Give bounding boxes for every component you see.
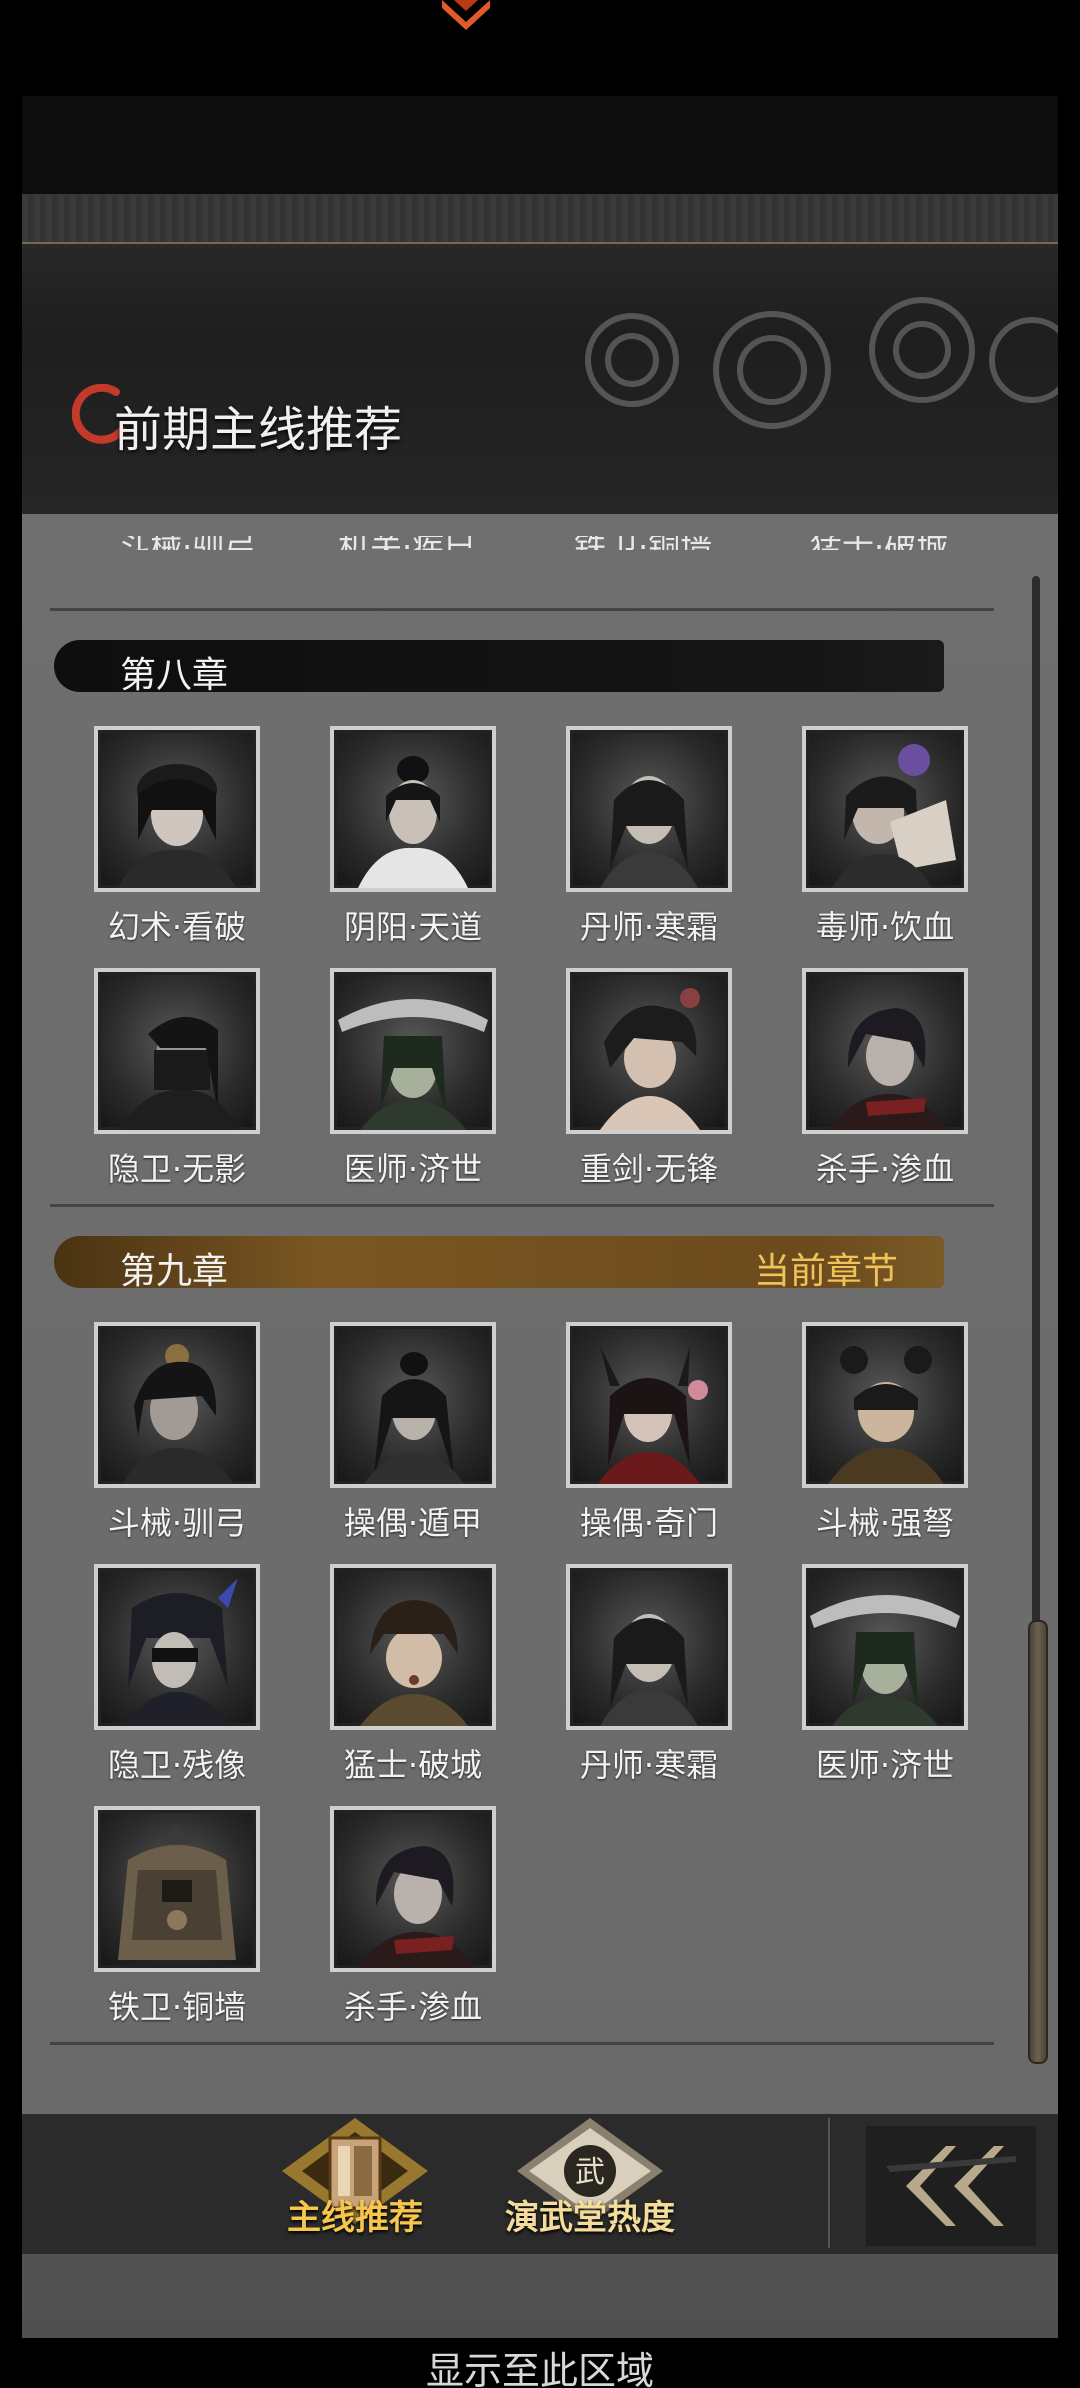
hero-card[interactable]: 铁卫·铜墙 bbox=[94, 1806, 260, 2028]
hero-name: 操偶·遁甲 bbox=[343, 1504, 483, 1542]
hero-portrait bbox=[802, 1322, 968, 1488]
hero-portrait bbox=[566, 1564, 732, 1730]
clipped-hero-name: 猛士·破城 bbox=[810, 536, 948, 550]
hero-card[interactable]: 操偶·奇门 bbox=[566, 1322, 732, 1544]
section-divider bbox=[50, 608, 994, 611]
hero-portrait bbox=[330, 1806, 496, 1972]
svg-text:武: 武 bbox=[575, 2155, 605, 2190]
hero-portrait bbox=[330, 1322, 496, 1488]
hero-portrait bbox=[566, 726, 732, 892]
hero-name: 医师·济世 bbox=[343, 1150, 483, 1188]
current-chapter-label: 当前章节 bbox=[753, 1251, 898, 1292]
hero-name: 医师·济世 bbox=[815, 1746, 955, 1784]
chapter-title: 第八章 bbox=[120, 655, 229, 696]
hero-name: 阴阳·天道 bbox=[343, 908, 483, 946]
hero-portrait bbox=[94, 1806, 260, 1972]
hero-name: 毒师·饮血 bbox=[815, 908, 955, 946]
hero-card[interactable]: 阴阳·天道 bbox=[330, 726, 496, 948]
page-title: 前期主线推荐 bbox=[114, 402, 403, 458]
double-chevron-left-icon[interactable] bbox=[866, 2126, 1036, 2246]
hero-card[interactable]: 操偶·遁甲 bbox=[330, 1322, 496, 1544]
hero-name: 杀手·渗血 bbox=[343, 1988, 483, 2026]
hero-portrait bbox=[802, 1564, 968, 1730]
chapter-title: 第九章 bbox=[120, 1251, 229, 1292]
hero-name: 丹师·寒霜 bbox=[579, 1746, 719, 1784]
hero-portrait bbox=[330, 968, 496, 1134]
hero-card[interactable]: 丹师·寒霜 bbox=[566, 726, 732, 948]
hero-portrait bbox=[566, 968, 732, 1134]
hero-list[interactable]: 斗械·驯弓 机关·疾巳 铁卫·铜墙 猛士·破城 第八章 幻术·看破 阴阳 bbox=[22, 514, 1058, 2204]
hero-card[interactable]: 幻术·看破 bbox=[94, 726, 260, 948]
section-divider bbox=[50, 2042, 994, 2045]
hero-card[interactable]: 丹师·寒霜 bbox=[566, 1564, 732, 1786]
recommendation-panel: 前期主线推荐 斗械·驯弓 机关·疾巳 铁卫·铜墙 猛士·破城 第八章 幻术·看破 bbox=[22, 96, 1058, 2338]
chapter-header-8: 第八章 bbox=[54, 640, 944, 696]
panel-header: 前期主线推荐 bbox=[22, 194, 1058, 518]
hero-portrait bbox=[330, 726, 496, 892]
hero-name: 隐卫·无影 bbox=[107, 1150, 247, 1188]
hero-name: 丹师·寒霜 bbox=[579, 908, 719, 946]
tab-label: 演武堂热度 bbox=[505, 2198, 675, 2238]
section-divider bbox=[50, 1204, 994, 1207]
hero-name: 猛士·破城 bbox=[343, 1746, 483, 1784]
hero-portrait bbox=[330, 1564, 496, 1730]
hero-portrait bbox=[566, 1322, 732, 1488]
hero-card[interactable]: 医师·济世 bbox=[802, 1564, 968, 1786]
screen: 前期主线推荐 斗械·驯弓 机关·疾巳 铁卫·铜墙 猛士·破城 第八章 幻术·看破 bbox=[0, 0, 1080, 2388]
hero-card[interactable]: 隐卫·残像 bbox=[94, 1564, 260, 1786]
header-ornament-strip bbox=[22, 194, 1058, 244]
hero-name: 杀手·渗血 bbox=[815, 1150, 955, 1188]
clipped-hero-name: 机关·疾巳 bbox=[338, 536, 476, 550]
hero-card[interactable]: 斗械·强弩 bbox=[802, 1322, 968, 1544]
tab-label: 主线推荐 bbox=[287, 2198, 423, 2238]
hero-card[interactable]: 杀手·渗血 bbox=[330, 1806, 496, 2028]
hero-name: 斗械·强弩 bbox=[815, 1504, 955, 1542]
hero-portrait bbox=[94, 968, 260, 1134]
hero-card[interactable]: 毒师·饮血 bbox=[802, 726, 968, 948]
hero-card[interactable]: 重剑·无锋 bbox=[566, 968, 732, 1190]
display-region-label: 显示至此区域 bbox=[425, 2349, 654, 2388]
hero-name: 操偶·奇门 bbox=[579, 1504, 719, 1542]
panel-top-shade bbox=[22, 96, 1058, 194]
hero-card[interactable]: 猛士·破城 bbox=[330, 1564, 496, 1786]
hero-portrait bbox=[94, 1322, 260, 1488]
cloud-pattern-icon bbox=[585, 297, 1058, 429]
hero-portrait bbox=[94, 1564, 260, 1730]
hero-portrait bbox=[94, 726, 260, 892]
hero-name: 铁卫·铜墙 bbox=[107, 1988, 247, 2026]
app-logo-icon bbox=[442, 0, 490, 30]
chapter-header-9: 第九章 当前章节 bbox=[54, 1236, 944, 1292]
hero-name: 斗械·驯弓 bbox=[107, 1504, 247, 1542]
clipped-hero-name: 斗械·驯弓 bbox=[118, 536, 256, 550]
tab-bar-divider bbox=[828, 2118, 830, 2248]
hero-card[interactable]: 隐卫·无影 bbox=[94, 968, 260, 1190]
hero-card[interactable]: 医师·济世 bbox=[330, 968, 496, 1190]
tab-arena-popularity[interactable]: 武 演武堂热度 bbox=[480, 2116, 700, 2239]
clipped-hero-row: 斗械·驯弓 机关·疾巳 铁卫·铜墙 猛士·破城 bbox=[22, 536, 1058, 550]
tab-main-quest[interactable]: 主线推荐 bbox=[260, 2116, 450, 2239]
scrollbar-thumb[interactable] bbox=[1028, 1620, 1048, 2064]
hero-portrait bbox=[802, 726, 968, 892]
hero-name: 幻术·看破 bbox=[107, 908, 247, 946]
hero-card[interactable]: 杀手·渗血 bbox=[802, 968, 968, 1190]
hero-name: 重剑·无锋 bbox=[579, 1150, 719, 1188]
hero-card[interactable]: 斗械·驯弓 bbox=[94, 1322, 260, 1544]
clipped-hero-name: 铁卫·铜墙 bbox=[574, 536, 712, 550]
hero-name: 隐卫·残像 bbox=[107, 1746, 247, 1784]
hero-portrait bbox=[802, 968, 968, 1134]
